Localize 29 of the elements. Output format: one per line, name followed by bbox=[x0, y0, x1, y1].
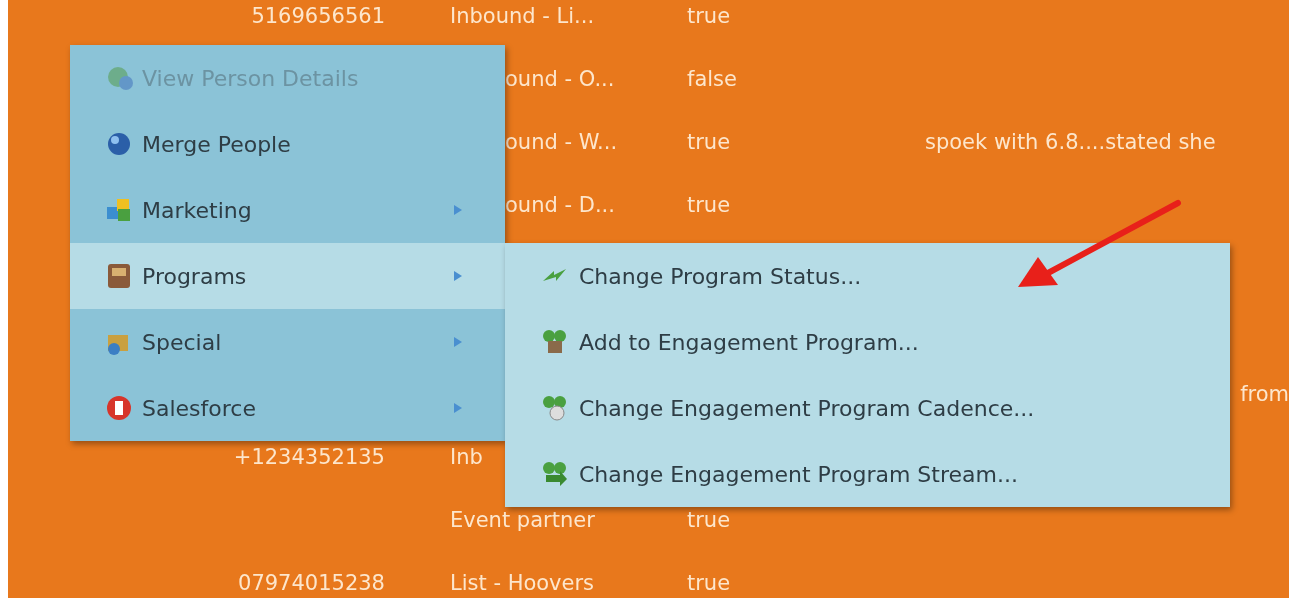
source-cell: Inbound - Li... bbox=[450, 3, 595, 28]
value-cell: false bbox=[687, 66, 737, 91]
menu-item-icon bbox=[104, 393, 134, 423]
menu-item[interactable]: Merge People bbox=[70, 111, 505, 177]
value-cell: true bbox=[687, 3, 731, 28]
source-cell-text: ound - O... bbox=[504, 66, 615, 91]
menu-item[interactable]: Special bbox=[70, 309, 505, 375]
source-cell: Event partner bbox=[450, 507, 595, 532]
value-cell: true bbox=[687, 507, 731, 532]
note-cell: spoek with 6.8....stated she bbox=[925, 129, 1216, 154]
value-cell: true bbox=[687, 129, 731, 154]
submenu-item[interactable]: Add to Engagement Program... bbox=[505, 309, 1230, 375]
menu-item-icon bbox=[540, 459, 570, 489]
source-cell: Inb bbox=[450, 444, 483, 469]
menu-item[interactable]: Salesforce bbox=[70, 375, 505, 441]
source-cell: List - Hoovers bbox=[450, 570, 595, 595]
phone-cell: 07974015238 bbox=[238, 570, 385, 595]
value-cell: true bbox=[687, 192, 731, 217]
value-cell: true bbox=[687, 570, 731, 595]
submenu-item[interactable]: Change Engagement Program Cadence... bbox=[505, 375, 1230, 441]
phone-cell: +1234352135 bbox=[233, 444, 385, 469]
source-cell-text: ound - D... bbox=[504, 192, 615, 217]
phone-cell: 5169656561 bbox=[251, 3, 385, 28]
menu-item[interactable]: Marketing bbox=[70, 177, 505, 243]
note-cell: from bbox=[1240, 381, 1289, 406]
menu-item[interactable]: Programs bbox=[70, 243, 505, 309]
submenu-item[interactable]: Change Program Status... bbox=[505, 243, 1230, 309]
source-cell-text: ound - W... bbox=[504, 129, 618, 154]
submenu-item[interactable]: Change Engagement Program Stream... bbox=[505, 441, 1230, 507]
